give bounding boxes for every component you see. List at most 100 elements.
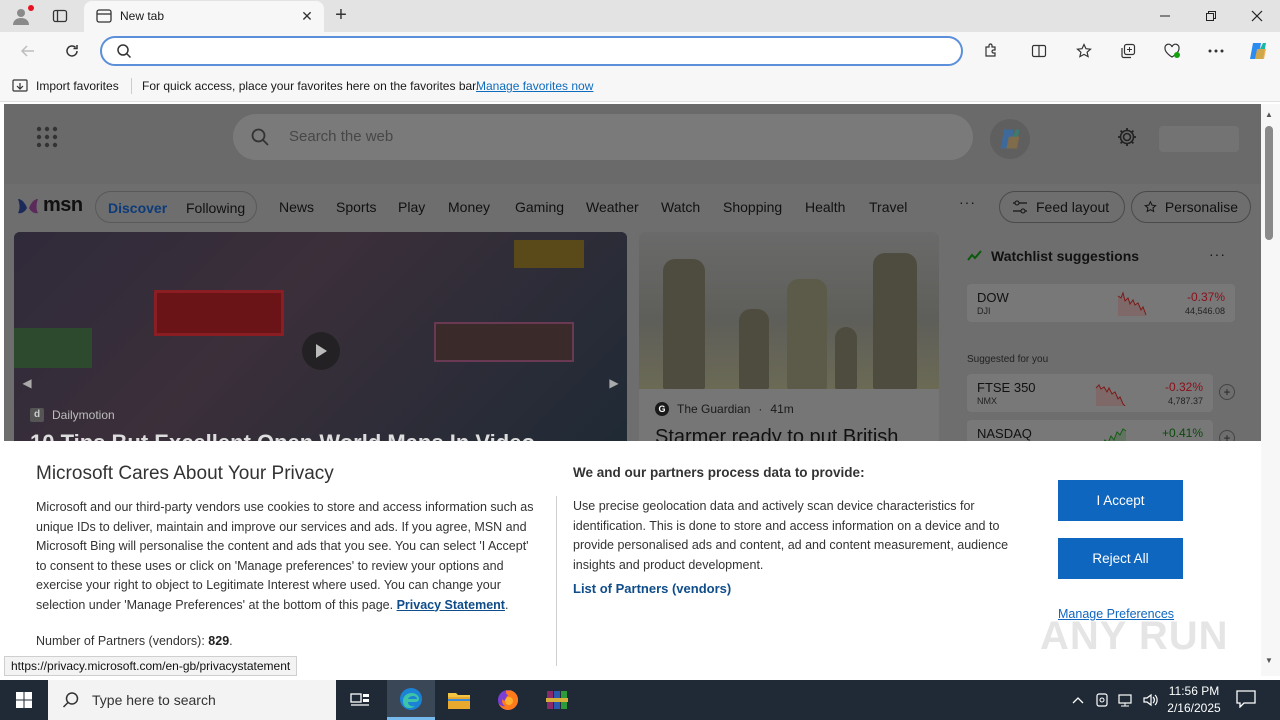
file-explorer-icon[interactable] [435,680,483,720]
page-scrollbar[interactable]: ▲ ▼ [1261,104,1280,676]
browser-toolbar [0,32,1280,70]
hero-video-card[interactable]: ◀ ▶ d Dailymotion 10 Tips But Excellent … [14,232,627,447]
stock-row-ftse[interactable]: FTSE 350 NMX -0.32% 4,787.37 + [967,374,1235,412]
stock-symbol: DJI [977,306,991,316]
close-window-button[interactable] [1234,0,1280,32]
privacy-period: . [504,597,509,612]
tab-new-tab[interactable]: New tab ✕ [84,1,324,32]
carousel-prev-icon[interactable]: ◀ [16,372,38,394]
clock-date: 2/16/2025 [1167,701,1221,715]
nav-item-watch[interactable]: Watch [661,199,700,215]
taskbar-clock[interactable]: 11:56 PM 2/16/2025 [1162,683,1226,717]
new-tab-page-icon [96,9,112,23]
sliders-icon [1013,200,1027,214]
search-icon [117,44,132,59]
nav-item-gaming[interactable]: Gaming [515,199,564,215]
privacy-body-text: Microsoft and our third-party vendors us… [36,500,534,612]
add-to-watchlist-icon[interactable]: + [1219,384,1235,400]
nav-item-sports[interactable]: Sports [336,199,376,215]
accept-button[interactable]: I Accept [1058,480,1183,521]
favorites-icon[interactable] [1070,37,1098,65]
network-icon[interactable] [1116,690,1136,710]
privacy-title: Microsoft Cares About Your Privacy [36,463,334,484]
import-favorites-button[interactable]: Import favorites [12,77,119,95]
split-screen-icon[interactable] [1025,37,1053,65]
close-tab-icon[interactable]: ✕ [298,7,316,25]
watchlist-more-icon[interactable]: ··· [1209,246,1226,262]
collections-icon[interactable] [1114,37,1142,65]
device-icon[interactable] [1092,690,1112,710]
back-button[interactable] [14,37,42,65]
partners-count: 829 [208,634,230,648]
carousel-next-icon[interactable]: ▶ [603,372,625,394]
stock-value: 4,787.37 [1167,396,1203,406]
manage-favorites-link[interactable]: Manage favorites now [476,79,593,93]
new-tab-button[interactable]: + [330,5,352,27]
address-input[interactable] [142,41,942,61]
stock-name: DOW [977,290,1009,305]
feed-layout-button[interactable]: Feed layout [999,191,1125,223]
extensions-icon[interactable] [977,37,1005,65]
msn-search-box[interactable]: Search the web [233,114,973,160]
stock-row-dow[interactable]: DOW DJI -0.37% 44,546.08 [967,284,1235,322]
taskbar-search-box[interactable]: Type here to search [48,680,336,720]
more-options-icon[interactable] [1202,37,1230,65]
feed-layout-label: Feed layout [1036,199,1110,215]
news-card-age: 41m [770,402,794,416]
search-icon [251,128,269,146]
stock-name: NASDAQ [977,426,1032,441]
minimize-button[interactable] [1142,0,1188,32]
import-icon [12,79,28,92]
play-icon[interactable] [302,332,340,370]
task-view-icon[interactable] [336,680,384,720]
edge-taskbar-icon[interactable] [387,680,435,720]
sign-in-button[interactable] [1159,126,1239,152]
tray-overflow-icon[interactable] [1068,690,1088,710]
notifications-icon[interactable] [1236,690,1258,710]
nav-item-money[interactable]: Money [448,199,490,215]
discover-tab[interactable]: Discover [108,200,167,216]
winrar-icon[interactable] [533,680,581,720]
address-bar[interactable] [100,36,963,66]
dailymotion-icon: d [30,408,44,422]
stock-symbol: NMX [977,396,997,406]
vendors-list-link[interactable]: List of Partners (vendors) [573,581,731,596]
reject-all-button[interactable]: Reject All [1058,538,1183,579]
browser-essentials-icon[interactable] [1158,37,1186,65]
windows-taskbar: Type here to search 11:56 PM 2/16/2025 [0,680,1280,720]
msn-header: Search the web [4,104,1261,184]
stock-value: 44,546.08 [1184,306,1225,316]
app-launcher-icon[interactable] [36,126,58,148]
scroll-down-icon[interactable]: ▼ [1265,656,1273,665]
restore-button[interactable] [1188,0,1234,32]
nav-item-health[interactable]: Health [805,199,845,215]
tab-actions-icon[interactable] [48,6,72,26]
partners-period: . [229,634,233,648]
msn-search-placeholder: Search the web [289,128,394,145]
news-card[interactable]: G The Guardian · 41m Starmer ready to pu… [639,232,939,447]
refresh-button[interactable] [58,37,86,65]
nav-item-news[interactable]: News [279,199,314,215]
msn-logo[interactable]: msn [16,194,83,217]
msn-copilot-icon[interactable] [990,119,1030,159]
following-tab[interactable]: Following [186,200,245,216]
stocks-icon [967,250,982,261]
start-button[interactable] [0,680,48,720]
volume-icon[interactable] [1140,690,1160,710]
firefox-icon[interactable] [484,680,532,720]
status-bar-url: https://privacy.microsoft.com/en-gb/priv… [4,656,298,676]
personalise-button[interactable]: Personalise [1131,191,1251,223]
scrollbar-thumb[interactable] [1265,126,1273,240]
copilot-icon[interactable] [1244,37,1272,65]
nav-item-play[interactable]: Play [398,199,425,215]
scroll-up-icon[interactable]: ▲ [1265,110,1273,119]
nav-more-button[interactable]: ··· [959,194,976,210]
privacy-divider [556,496,557,666]
privacy-statement-link[interactable]: Privacy Statement [397,598,505,612]
gear-icon[interactable] [1116,126,1138,148]
privacy-consent-dialog: Microsoft Cares About Your Privacy Micro… [4,441,1261,676]
nav-item-weather[interactable]: Weather [586,199,639,215]
nav-item-travel[interactable]: Travel [869,199,907,215]
nav-item-shopping[interactable]: Shopping [723,199,782,215]
clock-time: 11:56 PM [1168,684,1220,698]
